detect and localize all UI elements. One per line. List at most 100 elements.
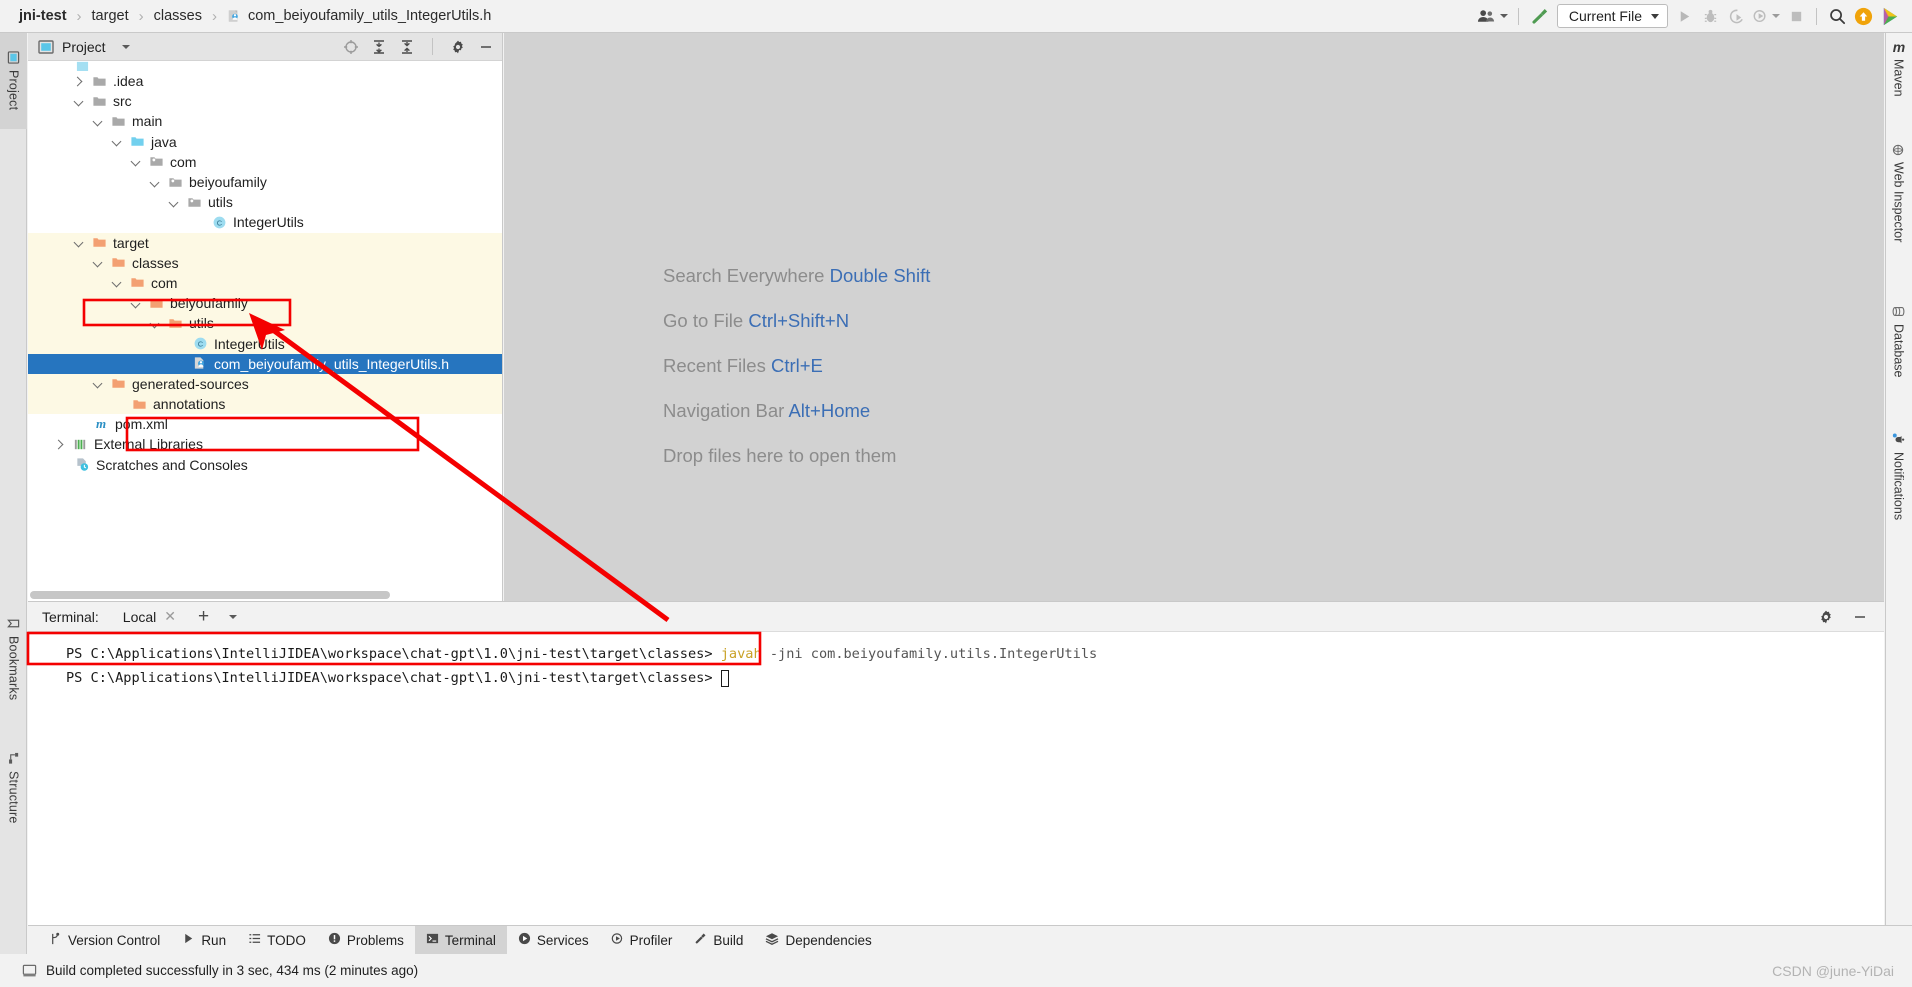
account-icon[interactable] [1474, 4, 1511, 29]
tree-row[interactable]: main [28, 111, 502, 131]
editor-empty-state[interactable]: Search Everywhere Double Shift Go to Fil… [504, 33, 1884, 601]
tree-label: utils [189, 315, 214, 332]
excluded-folder-icon [129, 275, 145, 291]
minimize-icon[interactable] [1850, 607, 1870, 627]
tree-row-root[interactable] [28, 61, 502, 71]
run-coverage-icon[interactable] [1723, 4, 1749, 29]
breadcrumb-item-target[interactable]: target [89, 8, 132, 24]
tree-label: classes [132, 254, 179, 271]
tab-problems[interactable]: Problems [317, 926, 415, 955]
chevron-down-icon[interactable] [93, 116, 104, 127]
tree-row[interactable]: java [28, 132, 502, 152]
run-icon[interactable] [1671, 4, 1697, 29]
tree-label: annotations [153, 396, 226, 413]
chevron-down-icon[interactable] [112, 136, 123, 147]
chevron-down-icon[interactable] [74, 96, 85, 107]
gear-icon[interactable] [1816, 607, 1836, 627]
chevron-down-icon[interactable] [229, 614, 238, 619]
stop-icon[interactable] [1783, 4, 1809, 29]
sidebar-item-web-inspector[interactable]: Web Inspector [1885, 143, 1912, 293]
tree-row[interactable]: generated-sources [28, 373, 502, 394]
sidebar-item-notifications[interactable]: Notifications [1885, 433, 1912, 573]
bottom-tool-tabs: Version Control Run TODO Problems Termin… [28, 925, 1912, 955]
services-icon [518, 932, 531, 948]
chevron-right-icon[interactable] [55, 439, 66, 450]
chevron-down-icon[interactable] [121, 44, 130, 49]
tree-row[interactable]: beiyoufamily [28, 293, 502, 314]
run-configuration-selector[interactable]: Current File [1556, 4, 1668, 28]
project-tree[interactable]: .idea src main java com beiyoufamily uti… [28, 61, 502, 589]
sidebar-item-label: Maven [1891, 59, 1906, 97]
tree-row[interactable]: .idea [28, 71, 502, 91]
tree-row[interactable]: C IntegerUtils [28, 333, 502, 354]
plus-icon[interactable]: + [198, 607, 209, 626]
tab-services[interactable]: Services [507, 926, 600, 955]
tree-row[interactable]: annotations [28, 394, 502, 415]
tab-terminal[interactable]: Terminal [414, 925, 507, 955]
tree-row[interactable]: beiyoufamily [28, 172, 502, 192]
tree-label: com [151, 274, 178, 291]
profiler-icon[interactable] [1749, 4, 1783, 29]
sidebar-item-bookmarks[interactable]: Bookmarks [0, 599, 27, 719]
editor-hints: Search Everywhere Double Shift Go to Fil… [663, 265, 930, 490]
chevron-down-icon[interactable] [93, 257, 104, 268]
sidebar-item-structure[interactable]: Structure [0, 733, 27, 843]
sidebar-item-project[interactable]: Project [0, 33, 27, 129]
tree-row[interactable]: utils [28, 192, 502, 212]
tree-row[interactable]: utils [28, 313, 502, 334]
ide-logo-icon[interactable] [1877, 4, 1904, 29]
tree-row-pom[interactable]: m pom.xml [28, 414, 502, 434]
chevron-down-icon[interactable] [169, 197, 180, 208]
tree-row[interactable]: target [28, 232, 502, 253]
tab-dependencies[interactable]: Dependencies [754, 926, 882, 955]
project-icon [38, 39, 54, 55]
tree-horizontal-scrollbar[interactable] [30, 591, 390, 599]
folder-icon [110, 113, 126, 129]
chevron-down-icon[interactable] [131, 298, 142, 309]
tree-row-scratches[interactable]: Scratches and Consoles [28, 455, 502, 475]
terminal-command: javah [720, 646, 762, 662]
tree-row-external-libraries[interactable]: External Libraries [28, 434, 502, 454]
breadcrumb-item-classes[interactable]: classes [151, 8, 205, 24]
minimize-icon[interactable] [476, 37, 496, 57]
chevron-down-icon[interactable] [131, 156, 142, 167]
expand-all-icon[interactable] [369, 37, 389, 57]
chevron-down-icon[interactable] [150, 177, 161, 188]
chevron-down-icon[interactable] [112, 277, 123, 288]
tab-todo[interactable]: TODO [237, 926, 317, 955]
hammer-build-icon[interactable] [1526, 4, 1553, 29]
chevron-down-icon[interactable] [74, 237, 85, 248]
tree-row-classes[interactable]: classes [28, 252, 502, 273]
search-icon[interactable] [1824, 4, 1850, 29]
tree-row[interactable]: com [28, 152, 502, 172]
sidebar-item-database[interactable]: Database [1885, 305, 1912, 420]
debug-icon[interactable] [1697, 4, 1723, 29]
maven-pom-icon: m [95, 416, 107, 432]
gear-icon[interactable] [448, 37, 468, 57]
chevron-down-icon[interactable] [93, 378, 104, 389]
tab-label: Version Control [68, 932, 161, 948]
todo-icon [248, 932, 261, 948]
tree-row[interactable]: C IntegerUtils [28, 212, 502, 232]
chevron-down-icon[interactable] [150, 318, 161, 329]
locate-target-icon[interactable] [341, 37, 361, 57]
collapse-all-icon[interactable] [397, 37, 417, 57]
update-arrow-icon[interactable] [1850, 4, 1877, 29]
tree-row[interactable]: com [28, 272, 502, 294]
tab-build[interactable]: Build [683, 926, 754, 955]
tab-run[interactable]: Run [171, 926, 237, 955]
close-icon[interactable]: ✕ [164, 608, 176, 625]
terminal-tab-local[interactable]: Local [123, 609, 156, 625]
tree-row-selected-header-file[interactable]: com_beiyoufamily_utils_IntegerUtils.h [28, 353, 502, 374]
tree-row[interactable]: src [28, 91, 502, 111]
breadcrumb-item-project[interactable]: jni-test [16, 8, 70, 24]
sidebar-item-label: Web Inspector [1891, 162, 1906, 243]
tab-version-control[interactable]: Version Control [38, 926, 171, 955]
tab-profiler[interactable]: Profiler [600, 926, 684, 955]
breadcrumb-item-file[interactable]: com_beiyoufamily_utils_IntegerUtils.h [224, 8, 494, 24]
terminal-output[interactable]: PS C:\Applications\IntelliJIDEA\workspac… [28, 632, 1884, 954]
chevron-right-icon[interactable] [74, 76, 85, 87]
sidebar-item-maven[interactable]: m Maven [1885, 39, 1912, 131]
chevron-down-icon [1499, 14, 1508, 18]
tree-label: beiyoufamily [189, 174, 267, 191]
